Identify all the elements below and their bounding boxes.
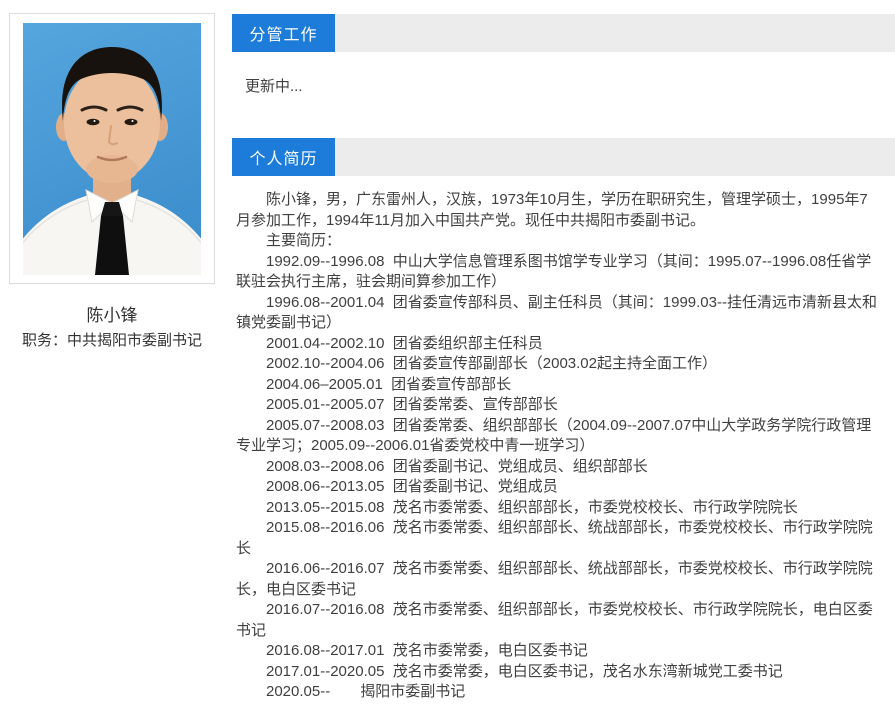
duties-status-text: 更新中... — [245, 76, 303, 97]
resume-paragraph: 2002.10--2004.06 团省委宣传部副部长（2003.02起主持全面工… — [236, 354, 878, 375]
resume-content: 陈小锋，男，广东雷州人，汉族，1973年10月生，学历在职研究生，管理学硕士，1… — [236, 190, 878, 703]
resume-paragraph: 2016.07--2016.08 茂名市委常委、组织部部长，市委党校校长、市行政… — [236, 600, 878, 641]
resume-paragraph: 2013.05--2015.08 茂名市委常委、组织部部长，市委党校校长、市行政… — [236, 498, 878, 519]
profile-card — [9, 13, 215, 284]
section-header-duties: 分管工作 — [232, 14, 895, 52]
resume-paragraph: 2015.08--2016.06 茂名市委常委、组织部部长、统战部部长，市委党校… — [236, 518, 878, 559]
resume-paragraph: 2004.06–2005.01 团省委宣传部部长 — [236, 375, 878, 396]
section-tab-duties: 分管工作 — [232, 14, 335, 52]
person-position: 职务：中共揭阳市委副书记 — [9, 329, 215, 350]
resume-paragraph: 2005.07--2008.03 团省委常委、组织部部长（2004.09--20… — [236, 416, 878, 457]
resume-paragraph: 主要简历： — [236, 231, 878, 252]
resume-paragraph: 2016.08--2017.01 茂名市委常委，电白区委书记 — [236, 641, 878, 662]
resume-paragraph: 2005.01--2005.07 团省委常委、宣传部部长 — [236, 395, 878, 416]
section-header-resume: 个人简历 — [232, 138, 895, 176]
profile-page: { "profile": { "name": "陈小锋", "position"… — [0, 0, 895, 704]
resume-paragraph: 1992.09--1996.08 中山大学信息管理系图书馆学专业学习（其间：19… — [236, 252, 878, 293]
content-column: 分管工作 更新中... 个人简历 陈小锋，男，广东雷州人，汉族，1973年10月… — [232, 14, 895, 704]
resume-paragraph: 1996.08--2001.04 团省委宣传部科员、副主任科员（其间：1999.… — [236, 293, 878, 334]
resume-paragraph: 2020.05-- 揭阳市委副书记 — [236, 682, 878, 703]
resume-paragraph: 2017.01--2020.05 茂名市委常委，电白区委书记，茂名水东湾新城党工… — [236, 662, 878, 683]
resume-paragraph: 2016.06--2016.07 茂名市委常委、组织部部长、统战部部长，市委党校… — [236, 559, 878, 600]
portrait-photo — [23, 23, 201, 275]
resume-paragraph: 2008.06--2013.05 团省委副书记、党组成员 — [236, 477, 878, 498]
resume-paragraph: 2008.03--2008.06 团省委副书记、党组成员、组织部部长 — [236, 457, 878, 478]
section-tab-resume: 个人简历 — [232, 138, 335, 176]
person-name: 陈小锋 — [9, 301, 215, 326]
resume-paragraph: 陈小锋，男，广东雷州人，汉族，1973年10月生，学历在职研究生，管理学硕士，1… — [236, 190, 878, 231]
resume-paragraph: 2001.04--2002.10 团省委组织部主任科员 — [236, 334, 878, 355]
